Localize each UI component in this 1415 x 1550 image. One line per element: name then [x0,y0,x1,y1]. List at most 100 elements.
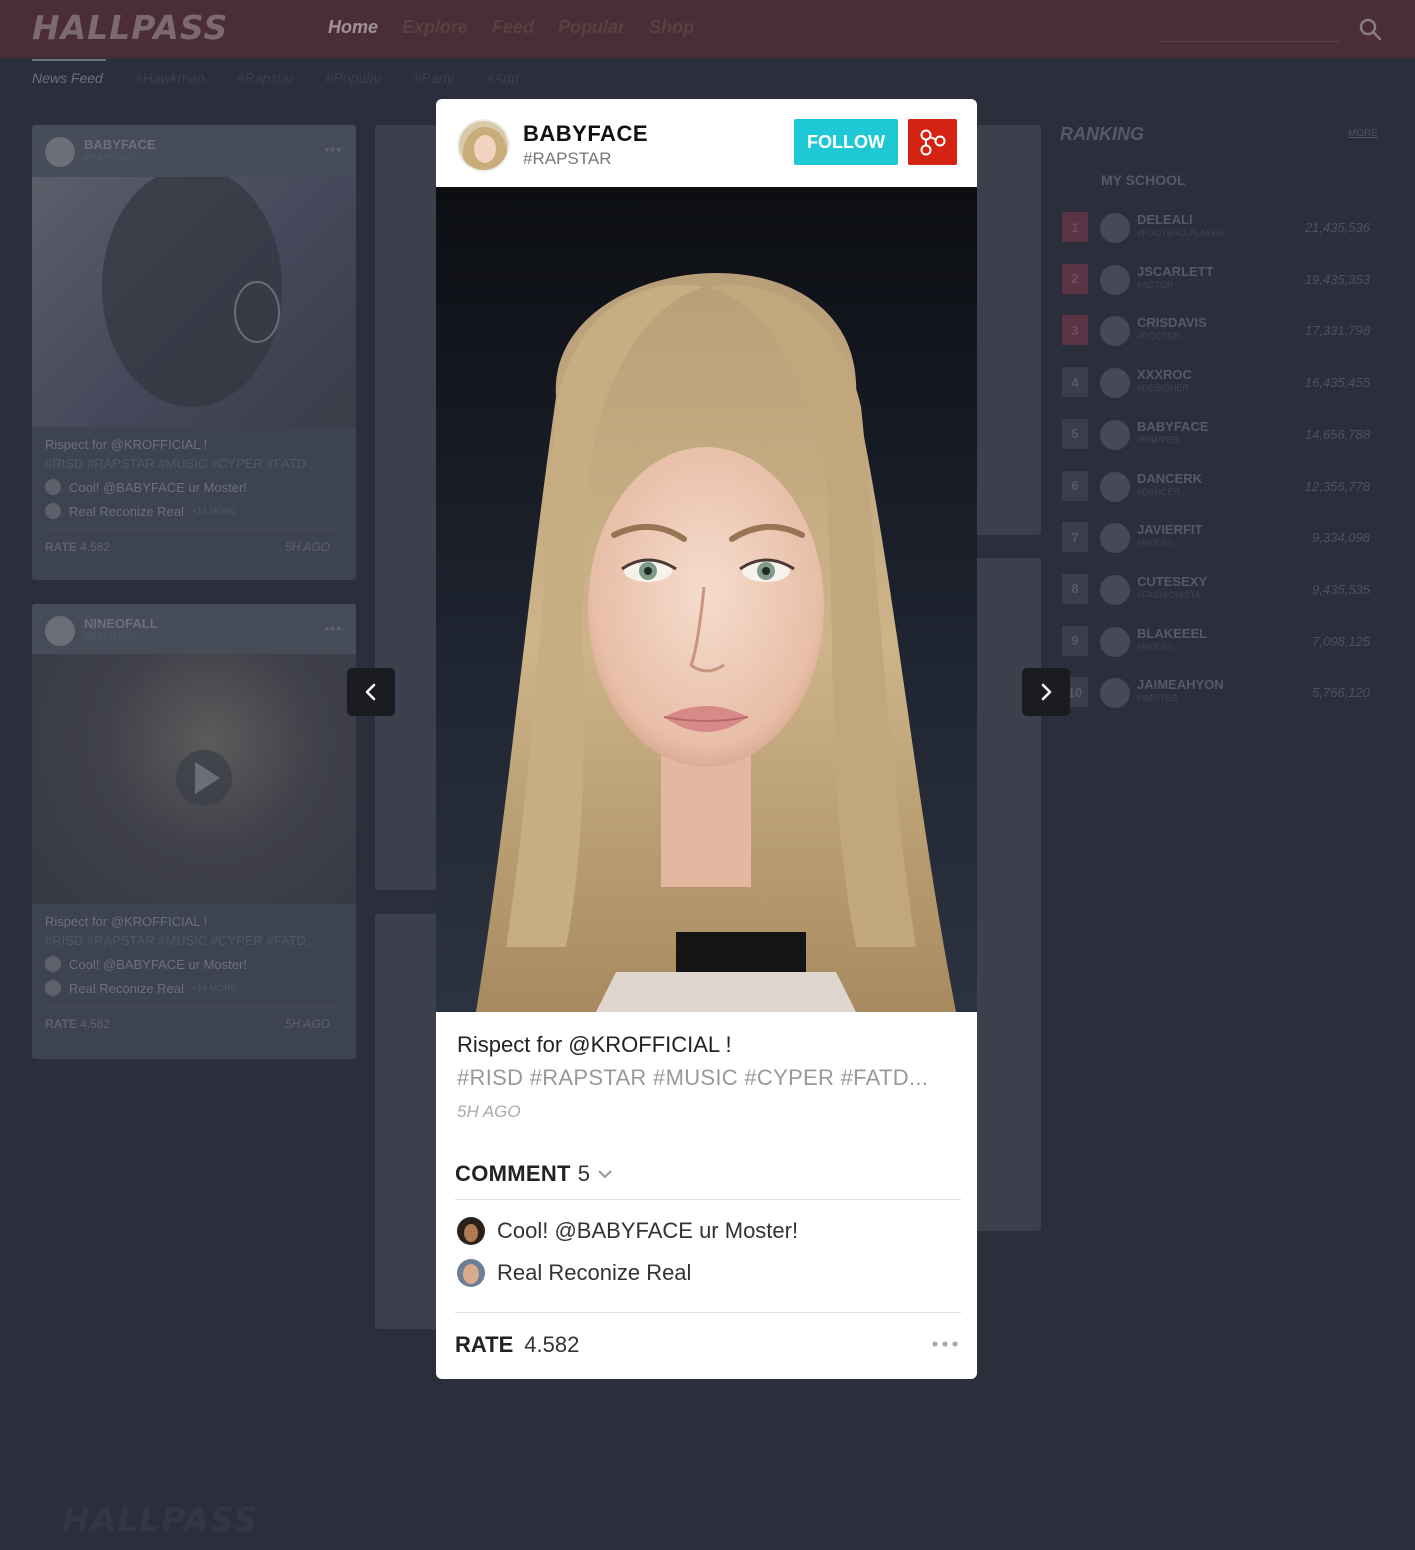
chevron-left-icon [365,683,376,701]
avatar[interactable] [1100,523,1130,554]
share-button[interactable] [908,119,957,165]
avatar[interactable] [45,137,75,167]
feed-card-hashtags[interactable]: #RISD #RAPSTAR #MUSIC #CYPER #FATD... [45,933,343,948]
feed-card-tag: #RAPSTAR [84,632,137,643]
post-username[interactable]: BABYFACE [523,121,648,147]
comment-text: Real Reconize Real [497,1260,692,1285]
avatar[interactable] [1100,678,1130,709]
avatar[interactable] [1100,213,1130,243]
avatar[interactable] [1100,419,1130,450]
ranking-row[interactable]: 5 BABYFACE #RAPPER 14,656,788 [1060,413,1390,457]
comment-item: Real Reconize Real [457,1259,691,1287]
feed-card-caption: Rispect for @KROFFICIAL ! [45,437,208,452]
rank-username[interactable]: CUTESEXY [1137,574,1207,589]
avatar[interactable] [1100,316,1130,347]
previous-button[interactable] [347,668,395,716]
ranking-school-tab[interactable]: MY SCHOOL [1101,172,1186,188]
avatar[interactable] [45,616,75,646]
rank-username[interactable]: CRISDAVIS [1137,315,1207,330]
avatar[interactable] [45,503,61,519]
nav-item-feed[interactable]: Feed [492,17,534,38]
rank-username[interactable]: XXXROC [1137,367,1192,382]
avatar[interactable] [1100,471,1130,502]
top-bar: HALLPASS Home Explore Feed Popular Shop [0,0,1415,58]
rank-username[interactable]: JSCARLETT [1137,264,1214,279]
rank-score: 17,331,798 [1304,323,1370,339]
ranking-row[interactable]: 4 XXXROC #DESIGNER 16,435,455 [1060,361,1390,405]
ranking-row[interactable]: 7 JAVIERFIT #MODEL 9,334,098 [1060,516,1390,560]
more-dots-icon[interactable]: ••• [324,620,342,636]
search-icon[interactable] [1358,17,1382,41]
rank-username[interactable]: DANCERK [1137,471,1202,486]
feed-card-username[interactable]: BABYFACE [84,137,156,152]
ranking-row[interactable]: 3 CRISDAVIS #DOCTOR 17,331,798 [1060,309,1390,353]
comment-toggle[interactable]: COMMENT 5 [455,1161,613,1187]
post-modal: BABYFACE #RAPSTAR FOLLOW Rispect for @KR… [436,99,977,1379]
subnav-active-indicator [32,59,106,61]
ranking-more-link[interactable]: MORE [1348,128,1378,139]
chevron-down-icon [598,1170,612,1179]
next-button[interactable] [1022,668,1070,716]
more-comments-link[interactable]: +14 MORE [192,983,237,993]
rank-number: 7 [1062,522,1088,553]
subnav-item-popular[interactable]: #Popular [326,70,382,86]
feed-card-header: NINEOFALL #RAPSTAR ••• [32,604,356,654]
list-item: Real Reconize Real +14 MORE [45,980,343,996]
avatar[interactable] [1100,264,1130,295]
avatar[interactable] [1100,574,1130,605]
subnav-item-party[interactable]: #Party [414,70,454,86]
nav-item-popular[interactable]: Popular [558,17,625,38]
post-hashtags[interactable]: #RISD #RAPSTAR #MUSIC #CYPER #FATD... [457,1065,928,1091]
rank-username[interactable]: JAIMEAHYON [1137,677,1224,692]
subnav-item-hawkman[interactable]: #Hawkman [135,70,205,86]
feed-card[interactable]: BABYFACE #RAPSTAR ••• Rispect for @KROFF… [32,125,356,580]
nav-item-shop[interactable]: Shop [649,17,694,38]
play-icon[interactable] [32,654,356,904]
more-comments-link[interactable]: +14 MORE [192,506,237,516]
feed-card-username[interactable]: NINEOFALL [84,616,158,631]
follow-button[interactable]: FOLLOW [794,119,898,165]
more-dots-icon[interactable] [930,1339,960,1349]
search-input[interactable] [1160,16,1340,42]
rank-username[interactable]: BABYFACE [1137,419,1209,434]
nav-item-explore[interactable]: Explore [402,17,468,38]
more-dots-icon[interactable]: ••• [324,141,342,157]
timestamp: 5H AGO [285,1017,330,1031]
ranking-row[interactable]: 8 CUTESEXY #FASHIONISTA 9,435,535 [1060,568,1390,612]
feed-card-tag: #RAPSTAR [84,153,137,164]
nav-item-home[interactable]: Home [328,17,378,38]
subnav-item-rapstar[interactable]: #Rapstar [237,70,294,86]
subnav-item-news-feed[interactable]: News Feed [32,70,103,86]
ranking-row[interactable]: 1 DELEALI #FOOTBALLPLAYER 21,435,536 [1060,206,1390,250]
avatar[interactable] [457,1217,485,1245]
avatar[interactable] [1100,626,1130,657]
comment-text: Cool! @BABYFACE ur Moster! [69,479,247,495]
rank-username[interactable]: JAVIERFIT [1137,522,1203,537]
rank-user-tag: #ACTOR [1137,279,1174,290]
ranking-row[interactable]: 10 JAIMEAHYON #WRITER 5,766,120 [1060,671,1390,715]
feed-card-header: BABYFACE #RAPSTAR ••• [32,125,356,177]
avatar[interactable] [457,119,510,172]
avatar[interactable] [1100,368,1130,399]
rank-username[interactable]: BLAKEEEL [1137,626,1207,641]
avatar[interactable] [45,479,61,495]
ranking-row[interactable]: 2 JSCARLETT #ACTOR 19,435,353 [1060,258,1390,302]
avatar[interactable] [457,1259,485,1287]
feed-card-video[interactable] [32,654,356,904]
ranking-row[interactable]: 9 BLAKEEEL #MODEL 7,098,125 [1060,620,1390,664]
rate-label: RATE [45,540,77,554]
feed-card[interactable]: NINEOFALL #RAPSTAR ••• Rispect for @KROF… [32,604,356,1059]
subnav-item-add[interactable]: #Add [486,70,519,86]
avatar[interactable] [45,956,61,972]
avatar[interactable] [45,980,61,996]
feed-card-image[interactable] [32,167,356,427]
rank-user-tag: #FOOTBALLPLAYER [1137,228,1224,238]
chevron-right-icon [1041,683,1052,701]
feed-card-hashtags[interactable]: #RISD #RAPSTAR #MUSIC #CYPER #FATD... [45,456,343,471]
app-logo[interactable]: HALLPASS [32,8,228,47]
comment-count: 5 [577,1161,591,1186]
post-photo[interactable] [436,187,977,1012]
rank-username[interactable]: DELEALI [1137,212,1193,227]
ranking-row[interactable]: 6 DANCERK #DANCER 12,356,778 [1060,465,1390,509]
rate-label: RATE [455,1332,514,1357]
